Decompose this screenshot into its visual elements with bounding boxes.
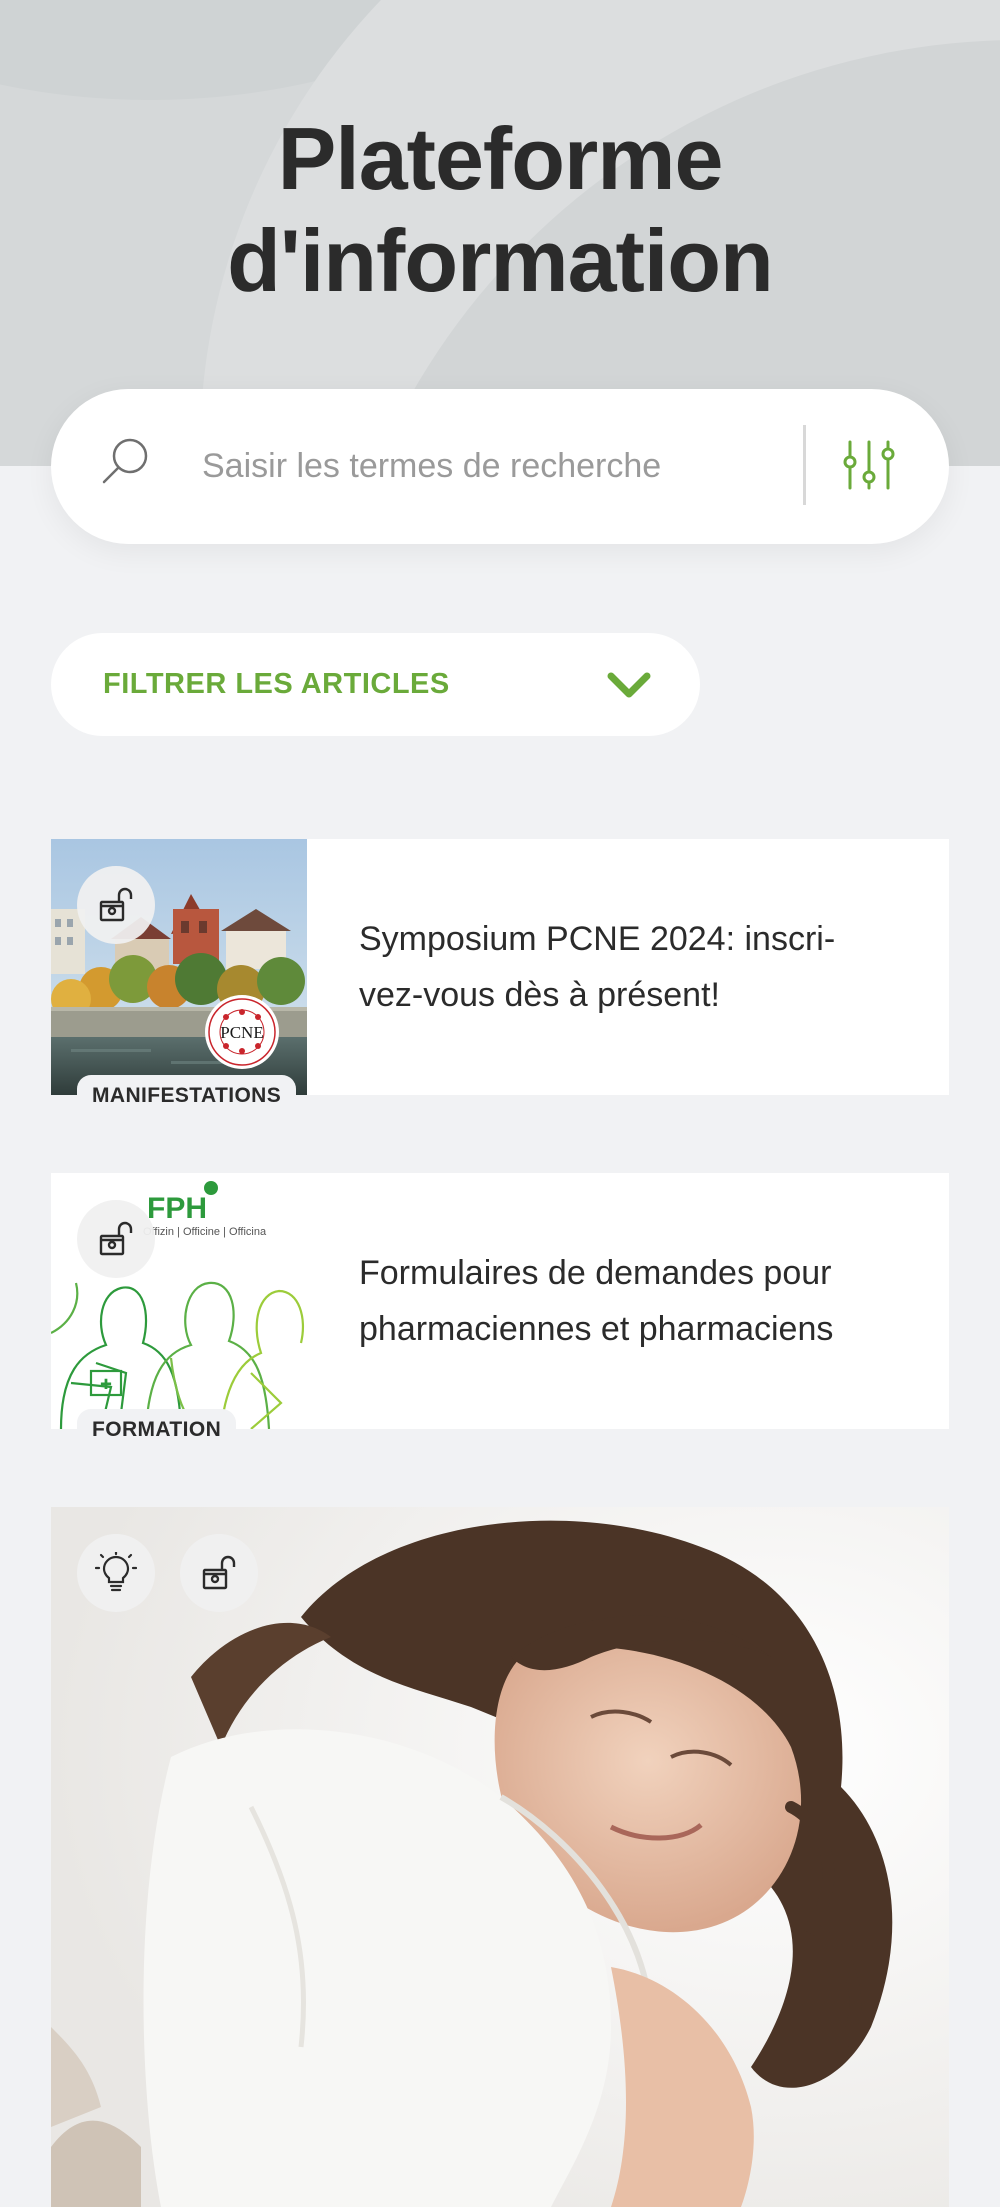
- article-card[interactable]: FPH Offizin | Officine | Officina ✚ Form…: [51, 1173, 949, 1451]
- article-image-child: [51, 1507, 949, 2207]
- unlock-icon-badge: [77, 1200, 155, 1278]
- unlock-icon-badge: [180, 1534, 258, 1612]
- svg-text:✚: ✚: [100, 1377, 112, 1393]
- lightbulb-icon: [95, 1552, 137, 1592]
- lightbulb-icon-badge: [77, 1534, 155, 1612]
- pcne-logo-text: PCNE: [220, 1023, 263, 1042]
- category-tag: FORMATION: [77, 1409, 237, 1451]
- page-title-line-1: Plateforme: [277, 109, 724, 208]
- unlock-icon: [99, 887, 133, 922]
- article-title[interactable]: Symposium PCNE 2024: inscri-vez-vous dès…: [359, 839, 899, 1095]
- search-input[interactable]: [200, 430, 784, 502]
- filter-articles-dropdown[interactable]: FILTRER LES ARTICLES: [51, 633, 700, 736]
- article-card[interactable]: PCNE Symposium PCNE 2024: inscri-vez-vou…: [51, 839, 949, 1117]
- fph-logo-text: FPH: [147, 1192, 207, 1225]
- article-title[interactable]: Formulaires de demandes pour pharmacienn…: [359, 1173, 899, 1429]
- fph-subtitle-text: Offizin | Officine | Officina: [143, 1226, 267, 1238]
- page-title: Plateforme d'information: [0, 108, 1000, 312]
- sliders-icon[interactable]: [840, 436, 898, 494]
- search-divider: [803, 425, 806, 505]
- unlock-icon: [202, 1555, 236, 1590]
- category-tag: MANIFESTATIONS: [77, 1075, 297, 1117]
- filter-articles-label: FILTRER LES ARTICLES: [103, 668, 450, 700]
- unlock-icon: [99, 1221, 133, 1256]
- search-icon[interactable]: [100, 434, 152, 486]
- article-card-featured[interactable]: [51, 1507, 949, 2207]
- unlock-icon-badge: [77, 866, 155, 944]
- chevron-down-icon: [607, 672, 651, 698]
- page-title-line-2: d'information: [227, 211, 774, 310]
